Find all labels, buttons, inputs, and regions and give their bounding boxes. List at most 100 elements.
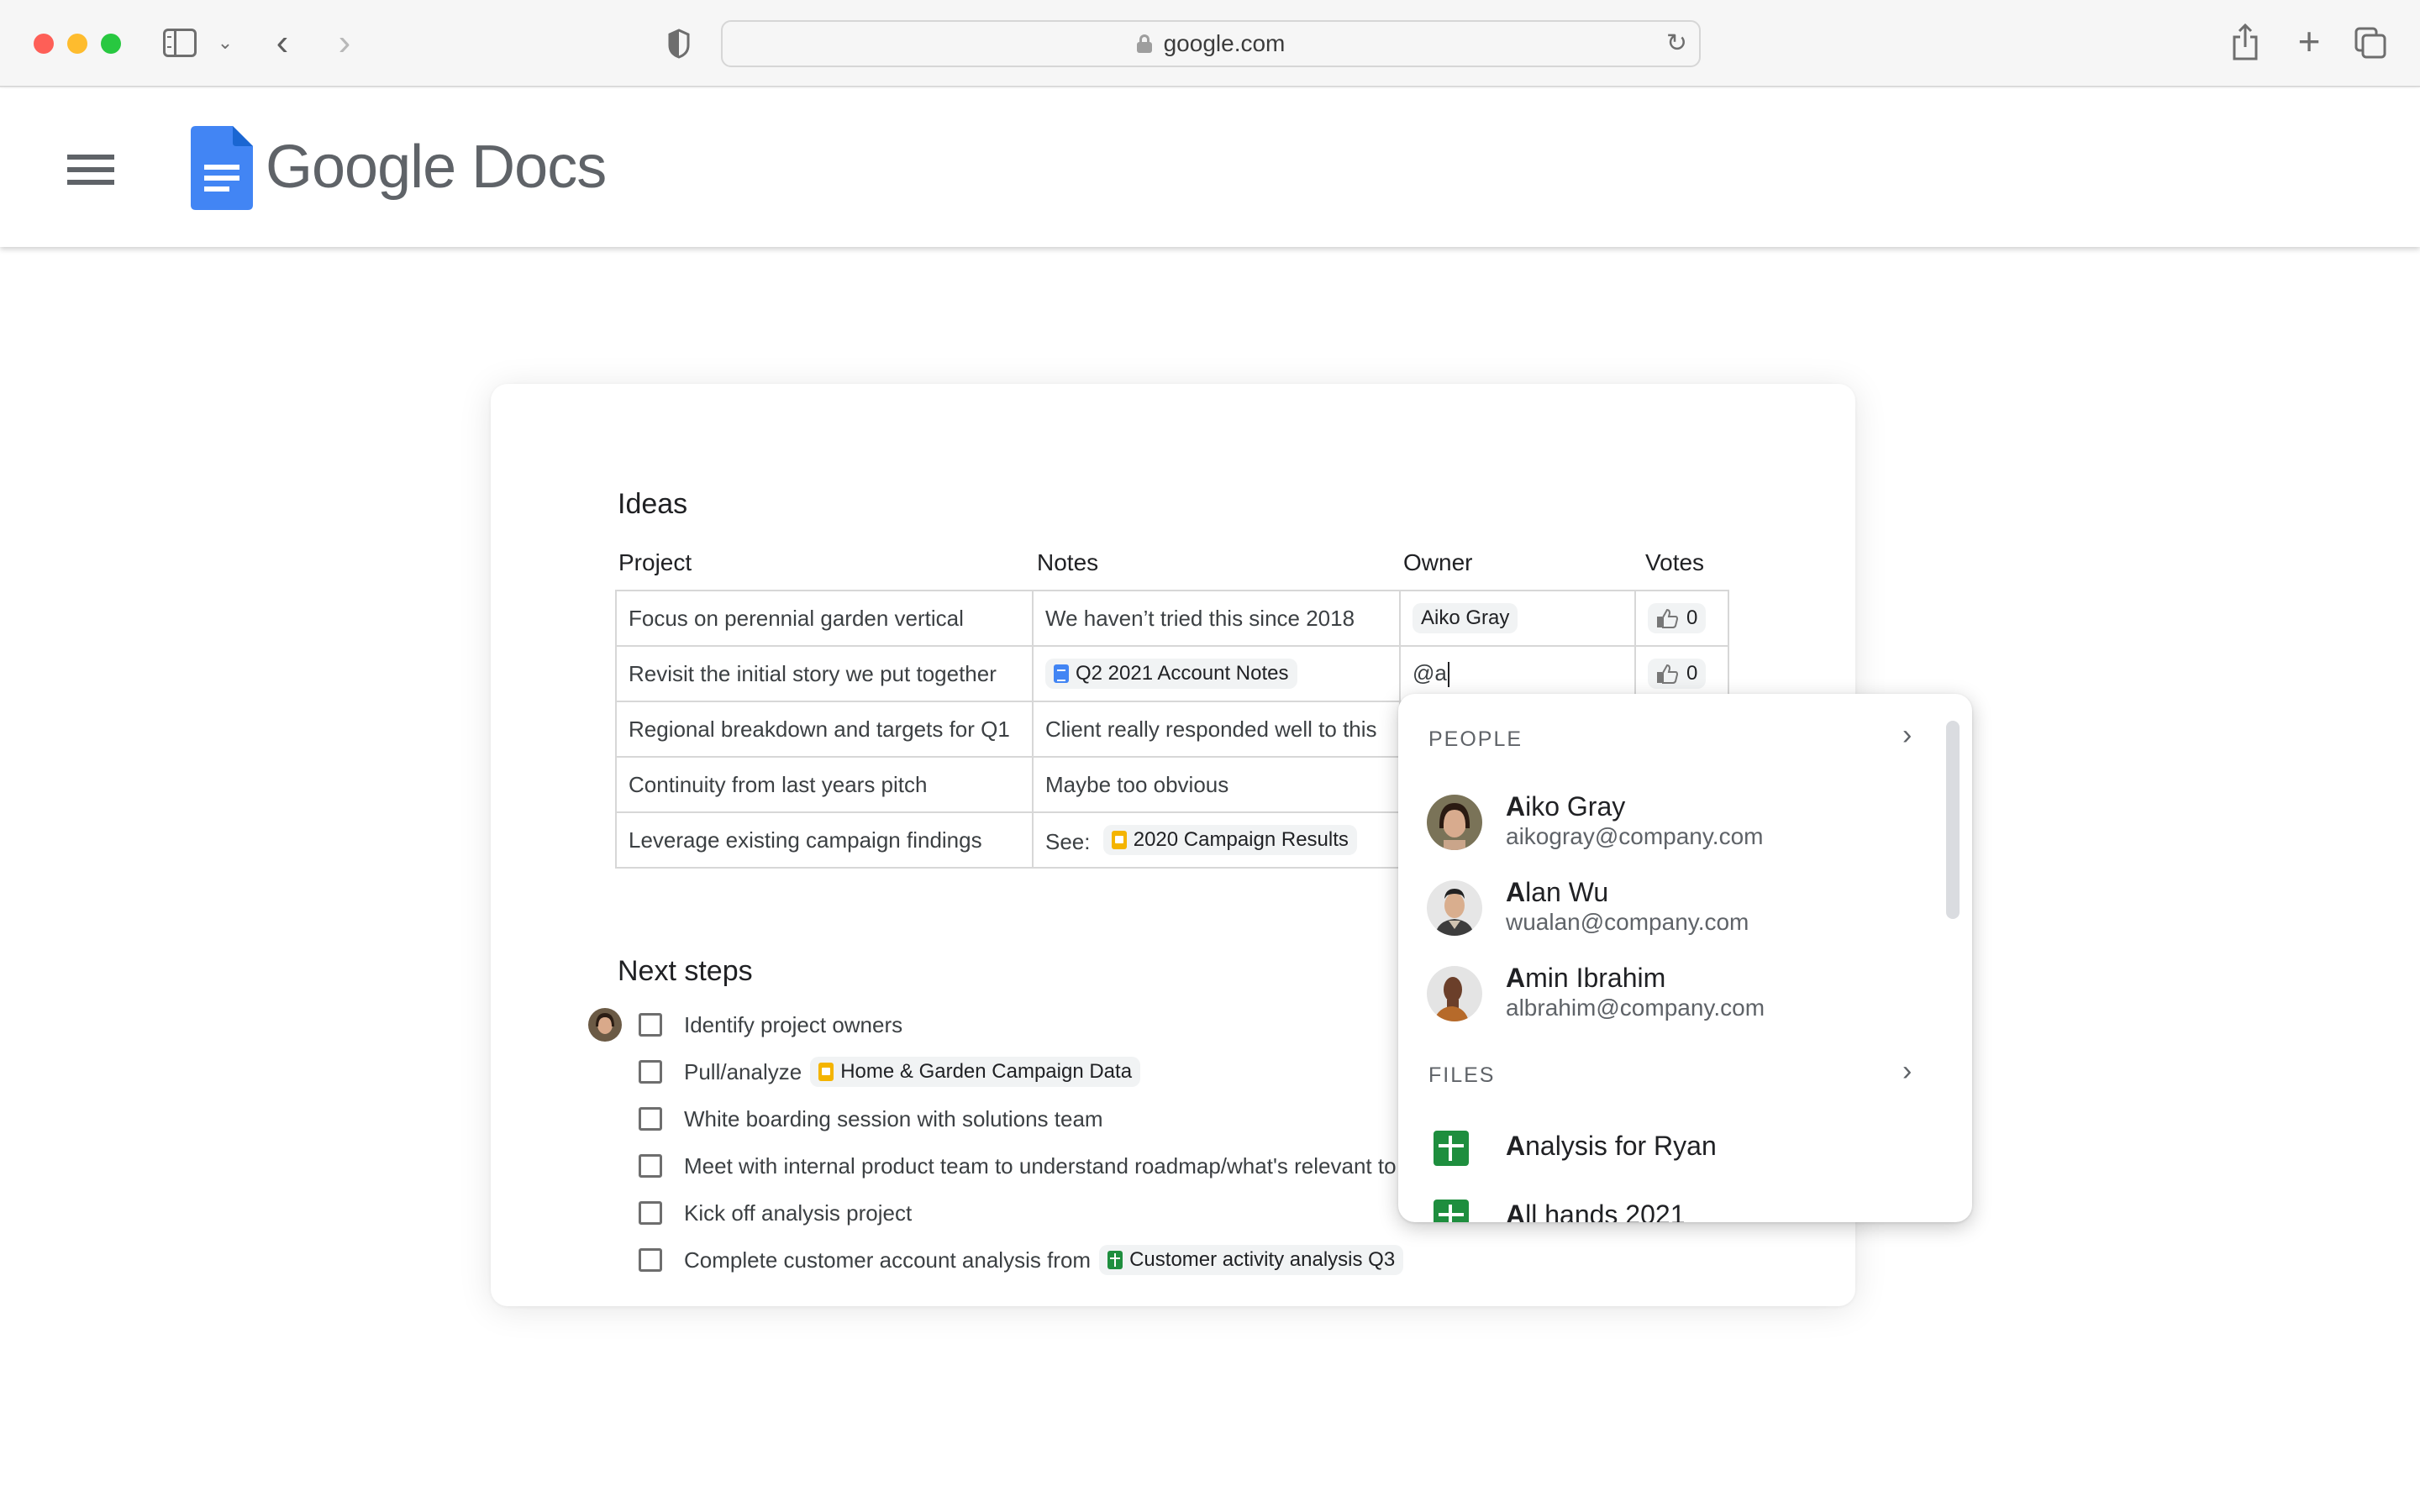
checklist-item: Identify project owners xyxy=(639,1008,902,1042)
checklist-text: Complete customer account analysis from xyxy=(684,1247,1092,1273)
notes-cell[interactable]: Maybe too obvious xyxy=(1032,756,1401,813)
file-suggestion[interactable]: Analysis for Ryan xyxy=(1434,1124,1921,1174)
file-suggestion[interactable]: All hands 2021 xyxy=(1434,1193,1921,1222)
checklist-text: Meet with internal product team to under… xyxy=(684,1152,1397,1179)
thumbs-up-icon xyxy=(1657,608,1678,628)
sheets-file-icon xyxy=(1434,1200,1469,1222)
avatar xyxy=(1427,880,1482,936)
person-email: aikogray@company.com xyxy=(1506,823,1764,849)
person-email: wualan@company.com xyxy=(1506,909,1749,935)
notes-cell[interactable]: See: 2020 Campaign Results xyxy=(1032,811,1401,869)
person-suggestion[interactable]: Amin Ibrahim albrahim@company.com xyxy=(1427,959,1923,1026)
fullscreen-window-button[interactable] xyxy=(101,34,121,54)
checklist-item: Kick off analysis project xyxy=(639,1196,912,1230)
column-header-owner: Owner xyxy=(1403,549,1473,575)
back-icon[interactable]: ‹ xyxy=(267,22,297,64)
sidebar-toggle-icon[interactable] xyxy=(163,29,197,57)
checklist-text: Kick off analysis project xyxy=(684,1200,913,1226)
project-cell[interactable]: Revisit the initial story we put togethe… xyxy=(615,645,1034,702)
file-chip[interactable]: Customer activity analysis Q3 xyxy=(1099,1245,1404,1275)
person-name: Alan Wu xyxy=(1506,877,1609,907)
new-tab-icon[interactable]: + xyxy=(2294,19,2324,63)
notes-cell[interactable]: Q2 2021 Account Notes xyxy=(1032,645,1401,702)
notes-cell[interactable]: We haven’t tried this since 2018 xyxy=(1032,590,1401,647)
forward-icon[interactable]: › xyxy=(329,22,360,64)
checklist-item: Pull/analyze Home & Garden Campaign Data xyxy=(639,1055,1141,1089)
google-docs-logo-icon xyxy=(191,126,253,210)
checklist-text: Pull/analyze xyxy=(684,1058,802,1084)
checkbox[interactable] xyxy=(639,1107,662,1131)
share-icon[interactable] xyxy=(2232,24,2259,60)
file-chip-label: Home & Garden Campaign Data xyxy=(840,1060,1133,1083)
scrollbar[interactable] xyxy=(1946,721,1960,919)
next-steps-heading: Next steps xyxy=(618,955,753,987)
project-cell[interactable]: Continuity from last years pitch xyxy=(615,756,1034,813)
vote-button[interactable]: 0 xyxy=(1648,602,1707,633)
thumbs-up-icon xyxy=(1657,664,1678,684)
reload-icon[interactable]: ↻ xyxy=(1666,29,1687,58)
file-chip-label: 2020 Campaign Results xyxy=(1133,828,1349,851)
text-cursor xyxy=(1447,662,1449,688)
slides-file-icon xyxy=(818,1063,834,1081)
docs-header: Google Docs xyxy=(0,89,2420,247)
file-name: Analysis for Ryan xyxy=(1506,1131,1717,1161)
file-name: All hands 2021 xyxy=(1506,1200,1686,1222)
person-name: Aiko Gray xyxy=(1506,791,1626,822)
url-text: google.com xyxy=(1163,30,1286,56)
tab-overview-icon[interactable] xyxy=(2354,27,2386,59)
chevron-down-icon[interactable]: ⌄ xyxy=(217,30,234,55)
notes-cell[interactable]: Client really responded well to this xyxy=(1032,701,1401,758)
assignee-avatar[interactable] xyxy=(588,1008,622,1042)
app-name: Google Docs xyxy=(266,134,607,201)
checkbox[interactable] xyxy=(639,1201,662,1225)
person-chip[interactable]: Aiko Gray xyxy=(1413,603,1518,633)
table-row: Focus on perennial garden vertical We ha… xyxy=(615,590,1729,647)
project-cell[interactable]: Leverage existing campaign findings xyxy=(615,811,1034,869)
person-name: Amin Ibrahim xyxy=(1506,963,1666,993)
owner-cell[interactable]: Aiko Gray xyxy=(1399,590,1636,647)
file-chip[interactable]: Home & Garden Campaign Data xyxy=(810,1057,1141,1087)
chevron-right-icon[interactable]: › xyxy=(1902,1055,1912,1088)
person-email: albrahim@company.com xyxy=(1506,995,1765,1021)
project-cell[interactable]: Regional breakdown and targets for Q1 xyxy=(615,701,1034,758)
file-chip[interactable]: 2020 Campaign Results xyxy=(1102,825,1357,855)
vote-button[interactable]: 0 xyxy=(1648,658,1707,689)
vote-count: 0 xyxy=(1686,606,1698,629)
slides-file-icon xyxy=(1111,831,1127,849)
privacy-shield-icon[interactable] xyxy=(667,29,691,59)
files-section-label: FILES xyxy=(1428,1063,1496,1087)
checklist-text: White boarding session with solutions te… xyxy=(684,1105,1103,1131)
file-chip-label: Customer activity analysis Q3 xyxy=(1129,1248,1396,1271)
chevron-right-icon[interactable]: › xyxy=(1902,719,1912,752)
column-header-notes: Notes xyxy=(1037,549,1099,575)
file-chip-label: Q2 2021 Account Notes xyxy=(1076,662,1289,685)
lock-icon xyxy=(1136,34,1152,53)
checklist-text: Identify project owners xyxy=(684,1011,903,1037)
browser-toolbar: ⌄ ‹ › google.com ↻ + xyxy=(0,0,2420,87)
vote-count: 0 xyxy=(1686,661,1698,685)
votes-cell[interactable]: 0 xyxy=(1634,590,1729,647)
notes-prefix: See: xyxy=(1045,829,1091,854)
hamburger-menu-icon[interactable] xyxy=(67,155,114,185)
avatar xyxy=(1427,966,1482,1021)
sheets-file-icon xyxy=(1107,1251,1123,1269)
checklist-item: White boarding session with solutions te… xyxy=(639,1102,1103,1136)
checkbox[interactable] xyxy=(639,1154,662,1178)
close-window-button[interactable] xyxy=(34,34,54,54)
minimize-window-button[interactable] xyxy=(67,34,87,54)
checkbox[interactable] xyxy=(639,1013,662,1037)
docs-file-icon xyxy=(1054,664,1069,683)
person-suggestion[interactable]: Alan Wu wualan@company.com xyxy=(1427,874,1923,941)
project-cell[interactable]: Focus on perennial garden vertical xyxy=(615,590,1034,647)
checklist-item: Complete customer account analysis from … xyxy=(639,1243,1404,1277)
mention-input[interactable]: @a xyxy=(1413,660,1447,685)
people-section-label: PEOPLE xyxy=(1428,727,1523,751)
person-suggestion[interactable]: Aiko Gray aikogray@company.com xyxy=(1427,788,1923,855)
checkbox[interactable] xyxy=(639,1248,662,1272)
mention-suggestions-popup: PEOPLE › Aiko Gray aikogray@company.com … xyxy=(1398,694,1972,1222)
column-header-votes: Votes xyxy=(1645,549,1705,575)
address-bar[interactable]: google.com ↻ xyxy=(721,20,1701,67)
checkbox[interactable] xyxy=(639,1060,662,1084)
ideas-heading: Ideas xyxy=(618,488,688,520)
file-chip[interactable]: Q2 2021 Account Notes xyxy=(1045,659,1297,689)
